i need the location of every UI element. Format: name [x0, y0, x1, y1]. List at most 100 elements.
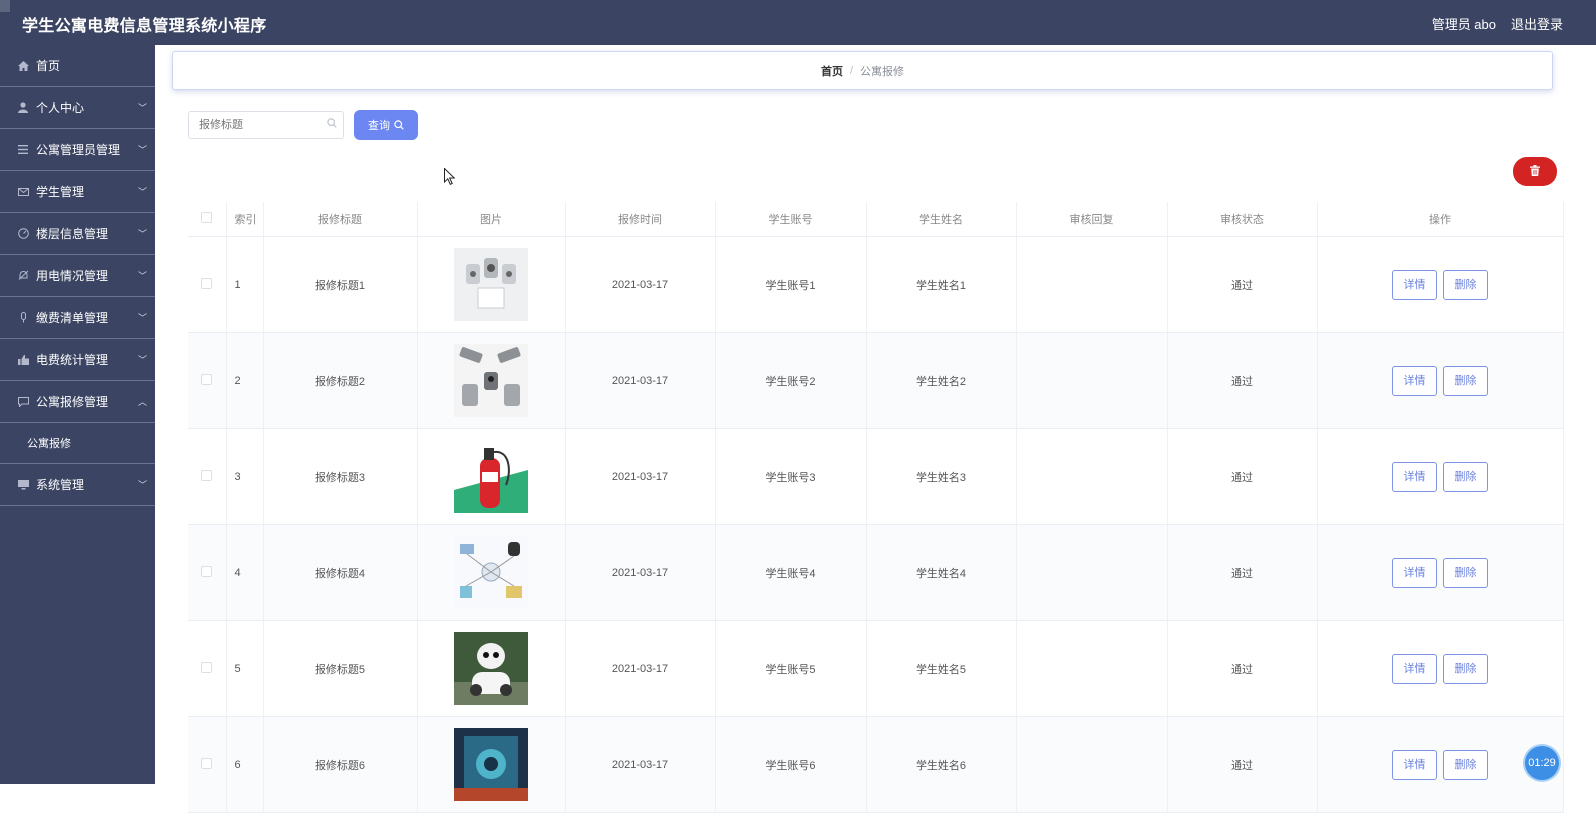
logout-button[interactable]: 退出登录 — [1511, 14, 1563, 33]
detail-button[interactable]: 详情 — [1392, 557, 1437, 588]
search-icon — [394, 120, 404, 130]
sidebar-item-payment-list[interactable]: 缴费清单管理 ﹀ — [0, 297, 155, 339]
sidebar-item-repair-management[interactable]: 公寓报修管理 ︿ — [0, 381, 155, 423]
cell-account: 学生账号3 — [715, 428, 867, 525]
column-header: 操作 — [1317, 202, 1564, 237]
query-button[interactable]: 查询 — [354, 110, 418, 140]
checkbox[interactable] — [201, 212, 213, 223]
cell-title: 报修标题3 — [263, 428, 418, 525]
sidebar-item-label: 缴费清单管理 — [36, 311, 109, 325]
cell-time: 2021-03-17 — [565, 332, 716, 429]
row-checkbox-cell — [188, 236, 227, 333]
sidebar-item-admin-management[interactable]: 公寓管理员管理 ﹀ — [0, 129, 155, 171]
sidebar-item-fee-statistics[interactable]: 电费统计管理 ﹀ — [0, 339, 155, 381]
cell-status: 通过 — [1167, 428, 1318, 525]
cell-title: 报修标题4 — [263, 524, 418, 621]
detail-button[interactable]: 详情 — [1392, 269, 1437, 300]
mouse-cursor-icon — [444, 167, 456, 189]
cell-time: 2021-03-17 — [565, 236, 716, 333]
thumb-icon — [16, 354, 30, 365]
delete-button[interactable]: 删除 — [1443, 557, 1488, 588]
chevron-down-icon: ﹀ — [137, 355, 147, 365]
cell-account: 学生账号4 — [715, 524, 867, 621]
sidebar-item-label: 首页 — [36, 59, 61, 73]
row-checkbox[interactable] — [201, 757, 213, 769]
cell-actions: 详情 删除 — [1317, 524, 1564, 621]
delete-button[interactable]: 删除 — [1443, 461, 1488, 492]
batch-delete-button[interactable] — [1513, 157, 1557, 186]
query-button-label: 查询 — [368, 120, 390, 132]
chevron-down-icon: ﹀ — [137, 187, 147, 197]
sidebar-item-electricity-usage[interactable]: 用电情况管理 ﹀ — [0, 255, 155, 297]
corner-mark — [0, 0, 10, 12]
detail-button[interactable]: 详情 — [1392, 749, 1437, 780]
breadcrumb-home[interactable]: 首页 — [821, 63, 843, 79]
table-header-row: 索引 报修标题 图片 报修时间 学生账号 学生姓名 审核回复 审核状态 操作 — [188, 202, 1564, 237]
detail-button[interactable]: 详情 — [1392, 653, 1437, 684]
breadcrumb: 首页 / 公寓报修 — [172, 51, 1553, 90]
row-checkbox[interactable] — [201, 565, 213, 577]
row-checkbox-cell — [188, 332, 227, 429]
cell-status: 通过 — [1167, 716, 1318, 813]
cell-title: 报修标题5 — [263, 620, 418, 717]
cell-time: 2021-03-17 — [565, 716, 716, 813]
sidebar-item-label: 个人中心 — [36, 101, 85, 115]
row-checkbox[interactable] — [201, 373, 213, 385]
sidebar-item-label: 系统管理 — [36, 478, 85, 492]
cell-actions: 详情 删除 — [1317, 236, 1564, 333]
security-cameras-image — [454, 344, 528, 417]
delete-button[interactable]: 删除 — [1443, 653, 1488, 684]
main-content: 首页 / 公寓报修 查询 索引 报修标题 图片 — [155, 45, 1596, 813]
cell-account: 学生账号5 — [715, 620, 867, 717]
timer-badge[interactable]: 01:29 — [1525, 746, 1559, 780]
table-row: 2 报修标题2 2021-03-17 学生账号2 学生姓名2 通过 详情 删除 — [188, 332, 1564, 429]
sidebar-subitem-apartment-repair[interactable]: 公寓报修 — [0, 423, 155, 464]
sidebar-item-label: 楼层信息管理 — [36, 227, 109, 241]
chevron-down-icon: ﹀ — [137, 480, 147, 490]
row-checkbox[interactable] — [201, 277, 213, 289]
fire-extinguisher-image — [454, 440, 528, 513]
table-row: 5 报修标题5 2021-03-17 学生账号5 学生姓名5 通过 详情 删除 — [188, 620, 1564, 717]
smart-home-diagram-image — [454, 536, 528, 609]
detail-button[interactable]: 详情 — [1392, 461, 1437, 492]
tech-device-image — [454, 728, 528, 801]
sidebar-item-student-management[interactable]: 学生管理 ﹀ — [0, 171, 155, 213]
cell-reply — [1016, 428, 1168, 525]
cell-image — [417, 332, 566, 429]
column-header: 报修标题 — [263, 202, 418, 237]
sidebar-item-floor-management[interactable]: 楼层信息管理 ﹀ — [0, 213, 155, 255]
sidebar-item-label: 公寓管理员管理 — [36, 143, 121, 157]
delete-button[interactable]: 删除 — [1443, 365, 1488, 396]
sidebar-item-home[interactable]: 首页 — [0, 45, 155, 87]
sidebar-item-system-management[interactable]: 系统管理 ﹀ — [0, 464, 155, 506]
cell-image — [417, 716, 566, 813]
sidebar-item-personal-center[interactable]: 个人中心 ﹀ — [0, 87, 155, 129]
detail-button[interactable]: 详情 — [1392, 365, 1437, 396]
select-all-checkbox[interactable] — [188, 202, 227, 237]
search-input[interactable] — [188, 111, 344, 139]
cell-name: 学生姓名5 — [866, 620, 1017, 717]
mail-icon — [16, 187, 30, 196]
column-header: 学生姓名 — [866, 202, 1017, 237]
delete-button[interactable]: 删除 — [1443, 749, 1488, 780]
column-header: 审核回复 — [1016, 202, 1168, 237]
cell-name: 学生姓名2 — [866, 332, 1017, 429]
cell-account: 学生账号1 — [715, 236, 867, 333]
home-icon — [16, 60, 30, 71]
row-checkbox[interactable] — [201, 469, 213, 481]
cell-actions: 详情 删除 — [1317, 620, 1564, 717]
cell-index: 1 — [226, 236, 264, 333]
row-checkbox[interactable] — [201, 661, 213, 673]
row-checkbox-cell — [188, 620, 227, 717]
chevron-down-icon: ﹀ — [137, 271, 147, 281]
chevron-down-icon: ﹀ — [137, 103, 147, 113]
chevron-down-icon: ﹀ — [137, 313, 147, 323]
monitor-icon — [16, 479, 30, 490]
cameras-image — [454, 248, 528, 321]
cell-name: 学生姓名1 — [866, 236, 1017, 333]
cell-name: 学生姓名6 — [866, 716, 1017, 813]
delete-button[interactable]: 删除 — [1443, 269, 1488, 300]
row-checkbox-cell — [188, 428, 227, 525]
cell-status: 通过 — [1167, 524, 1318, 621]
cell-reply — [1016, 236, 1168, 333]
